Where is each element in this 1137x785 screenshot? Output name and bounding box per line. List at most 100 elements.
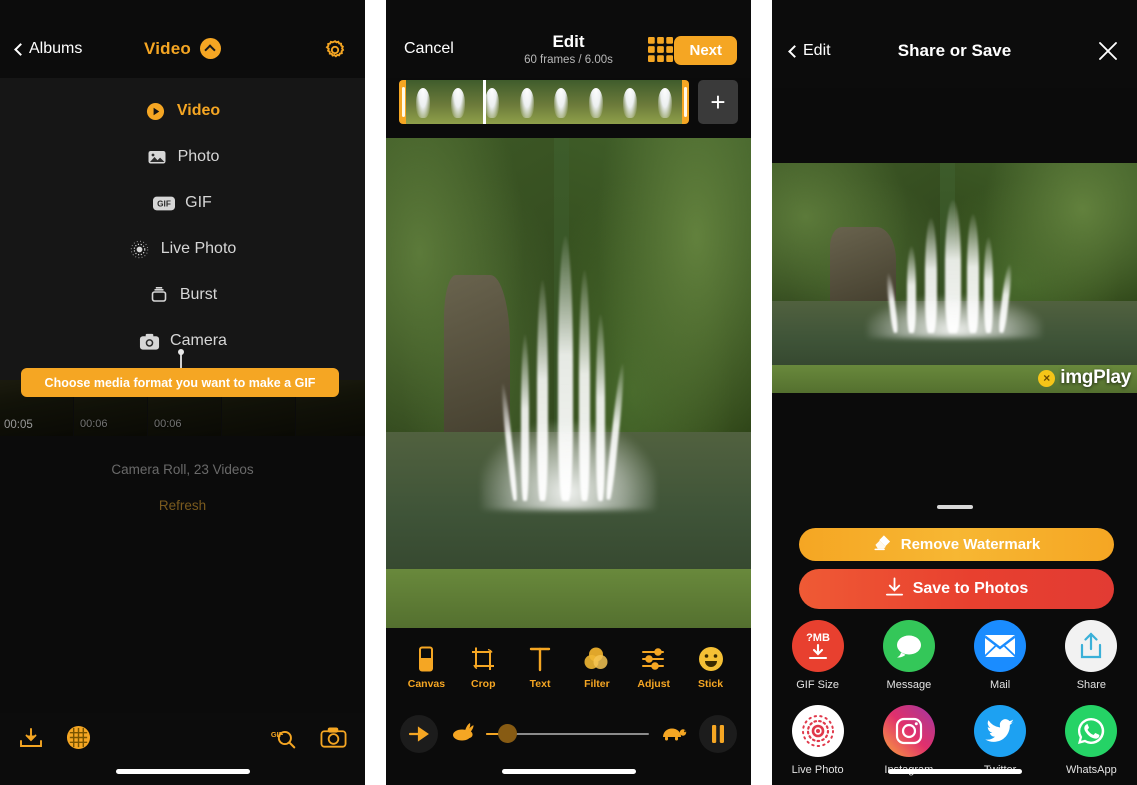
filmstrip-frame[interactable] (613, 80, 648, 124)
filmstrip-timeline[interactable] (399, 80, 689, 124)
dropdown-item-gif[interactable]: GIF GIF (0, 180, 365, 226)
share-target-grid: ?MB GIF Size Message Mail Share Live Pho… (772, 620, 1137, 785)
panel-editor: Cancel Edit 60 frames / 6.00s Next + Can… (386, 0, 751, 785)
filmstrip-frame[interactable] (647, 80, 682, 124)
burst-icon (148, 284, 170, 306)
filmstrip-frame[interactable] (509, 80, 544, 124)
next-button[interactable]: Next (674, 36, 737, 65)
save-to-photos-label: Save to Photos (912, 580, 1029, 597)
screenshot-stage: Albums Video 00:06 00:06 00:05 Camera Ro… (0, 0, 1137, 785)
tool-crop[interactable]: Crop (455, 646, 512, 690)
share-preview-image[interactable]: × imɡPlay (772, 163, 1137, 393)
dropdown-label: GIF (185, 194, 212, 211)
thumbnail-duration: 00:06 (80, 418, 108, 430)
dropdown-item-video[interactable]: Video (0, 88, 365, 134)
share-label: Mail (990, 679, 1011, 691)
tool-label: Text (529, 678, 551, 690)
grid-icon[interactable] (648, 37, 673, 67)
share-item-message[interactable]: Message (863, 620, 954, 691)
format-tooltip: Choose media format you want to make a G… (21, 368, 339, 397)
panel1-title: Video (144, 38, 191, 58)
rabbit-icon (448, 721, 476, 748)
share-label: WhatsApp (1066, 764, 1117, 776)
gif-size-badge: ?MB (806, 632, 830, 644)
tool-label: Crop (470, 678, 496, 690)
share-item-gif-size[interactable]: ?MB GIF Size (772, 620, 863, 691)
media-format-dropdown: Video Photo GIF GIF Live Photo Burst Cam… (0, 78, 365, 380)
share-item-live-photo[interactable]: Live Photo (772, 705, 863, 776)
tool-text[interactable]: Text (512, 646, 569, 690)
dropdown-item-camera[interactable]: Camera (0, 318, 365, 364)
tool-sticker[interactable]: Stick (682, 646, 739, 690)
dropdown-item-burst[interactable]: Burst (0, 272, 365, 318)
dropdown-label: Video (176, 102, 221, 119)
eraser-icon (873, 534, 892, 555)
share-label: Live Photo (791, 764, 844, 776)
play-direction-icon[interactable] (400, 715, 438, 753)
mail-icon (974, 620, 1027, 672)
sheet-grabber[interactable] (936, 505, 973, 509)
tool-filter[interactable]: Filter (568, 646, 625, 690)
panel3-title: Share or Save (897, 41, 1012, 60)
filmstrip-frame[interactable] (440, 80, 475, 124)
close-badge-icon[interactable]: × (1038, 369, 1056, 387)
filmstrip-frame[interactable] (406, 80, 441, 124)
slider-thumb[interactable] (498, 724, 517, 743)
tool-adjust[interactable]: Adjust (625, 646, 682, 690)
home-indicator (887, 769, 1022, 774)
dropdown-item-live-photo[interactable]: Live Photo (0, 226, 365, 272)
panel-gap (365, 0, 386, 785)
tool-label: Stick (698, 678, 724, 690)
instagram-icon (882, 705, 935, 757)
photo-icon (146, 146, 168, 168)
filmstrip-frame[interactable] (544, 80, 579, 124)
pause-icon[interactable] (699, 715, 737, 753)
panel-library: Albums Video 00:06 00:06 00:05 Camera Ro… (0, 0, 365, 785)
filmstrip-frame[interactable] (475, 80, 510, 124)
panel2-navbar: Cancel Edit 60 frames / 6.00s Next (386, 0, 751, 78)
speed-slider[interactable] (486, 724, 649, 744)
share-item-twitter[interactable]: Twitter (955, 705, 1046, 776)
share-item-instagram[interactable]: Instagram (863, 705, 954, 776)
live-photo-icon (129, 238, 151, 260)
play-circle-icon (145, 100, 167, 122)
trim-handle-right[interactable] (683, 87, 687, 117)
remove-watermark-label: Remove Watermark (900, 536, 1041, 553)
remove-watermark-button[interactable]: Remove Watermark (799, 528, 1114, 561)
filmstrip-frame[interactable] (578, 80, 613, 124)
playhead[interactable] (483, 80, 486, 124)
share-label: GIF Size (796, 679, 840, 691)
dropdown-label: Camera (170, 332, 227, 349)
media-format-dropdown-toggle[interactable]: Video (0, 38, 365, 59)
close-icon[interactable] (1097, 40, 1119, 67)
gear-icon[interactable] (323, 38, 347, 67)
dropdown-label: Photo (177, 148, 220, 165)
panel1-bottom-toolbar: GIF (0, 713, 365, 785)
trim-handle-left[interactable] (401, 87, 405, 117)
share-icon (1065, 620, 1118, 672)
camera-icon (138, 330, 160, 352)
save-to-photos-button[interactable]: Save to Photos (799, 569, 1114, 609)
fountain-scene (386, 138, 751, 628)
add-clip-button[interactable]: + (698, 80, 738, 124)
waffle-grid-icon[interactable] (66, 725, 91, 755)
import-download-icon[interactable] (18, 726, 44, 755)
share-item-whatsapp[interactable]: WhatsApp (1046, 705, 1137, 776)
live-photo-icon (791, 705, 844, 757)
dropdown-item-photo[interactable]: Photo (0, 134, 365, 180)
watermark-text: imɡPlay (1060, 367, 1131, 388)
gif-search-icon[interactable]: GIF (268, 726, 298, 755)
share-label: Share (1076, 679, 1107, 691)
editor-preview-image[interactable] (386, 138, 751, 628)
thumbnail-duration: 00:06 (154, 418, 182, 430)
tool-canvas[interactable]: Canvas (398, 646, 455, 690)
home-indicator (115, 769, 250, 774)
refresh-button[interactable]: Refresh (0, 498, 365, 513)
twitter-icon (974, 705, 1027, 757)
share-item-share[interactable]: Share (1046, 620, 1137, 691)
panel-gap (751, 0, 772, 785)
share-item-mail[interactable]: Mail (955, 620, 1046, 691)
camera-icon[interactable] (320, 726, 347, 755)
imgplay-watermark: × imɡPlay (1038, 367, 1131, 389)
tool-label: Adjust (637, 678, 671, 690)
